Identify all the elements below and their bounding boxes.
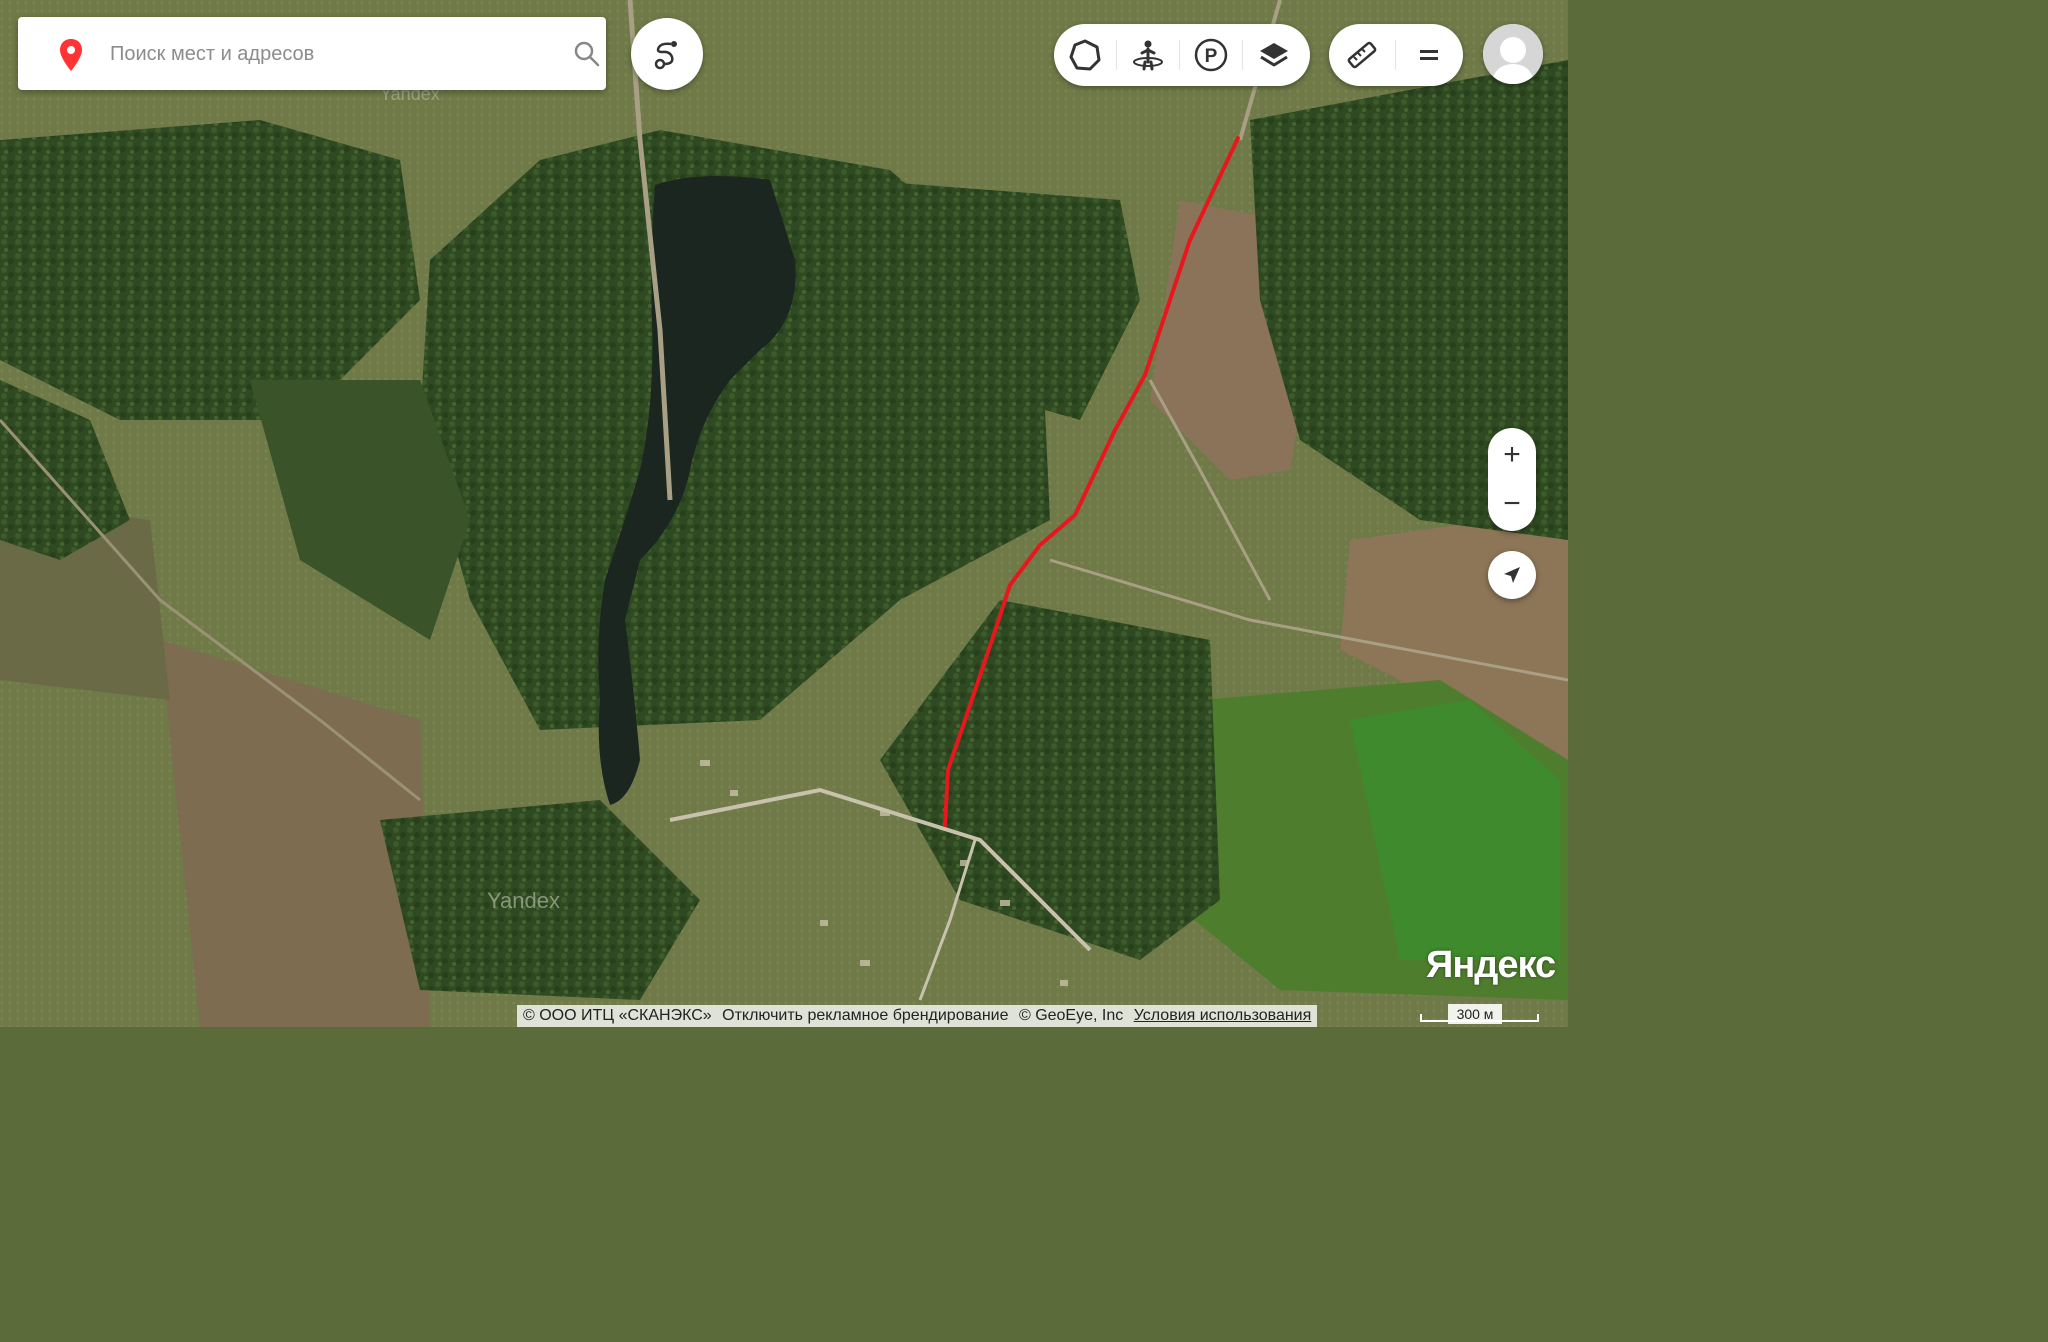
menu-button[interactable]: [1396, 24, 1462, 86]
minus-icon: −: [1503, 487, 1521, 520]
panorama-button[interactable]: [1117, 24, 1179, 86]
route-button[interactable]: [631, 18, 703, 90]
ruler-icon: [1347, 41, 1377, 69]
search-box[interactable]: [18, 17, 606, 90]
layers-icon: [1260, 43, 1288, 67]
location-arrow-icon: [1504, 567, 1520, 583]
panorama-person-icon: [1133, 40, 1163, 71]
traffic-button[interactable]: [1054, 24, 1116, 86]
attribution-bar: © ООО ИТЦ «СКАНЭКС» Отключить рекламное …: [517, 1005, 1318, 1027]
zoom-in-button[interactable]: +: [1488, 430, 1536, 480]
parking-button[interactable]: P: [1180, 24, 1242, 86]
menu-icon: [1420, 50, 1438, 60]
search-input[interactable]: [108, 35, 552, 73]
map-watermark: Yandex: [487, 888, 560, 913]
geolocation-button[interactable]: [1488, 551, 1536, 599]
parking-icon: P: [1194, 38, 1228, 72]
magnifier-icon[interactable]: [573, 40, 601, 68]
plus-icon: +: [1503, 438, 1521, 471]
svg-text:P: P: [1205, 46, 1218, 67]
satellite-map[interactable]: Yandex Yandex: [0, 0, 1568, 1027]
map-layers-toolbar: P: [1054, 24, 1310, 86]
route-icon: [654, 41, 677, 70]
user-silhouette-icon: [1483, 24, 1543, 84]
zoom-out-button[interactable]: −: [1488, 479, 1536, 529]
traffic-circle-icon: [1069, 39, 1101, 71]
yandex-logo[interactable]: Яндекс: [1426, 944, 1556, 987]
location-pin-icon: [60, 39, 82, 71]
ruler-button[interactable]: [1329, 24, 1395, 86]
terms-of-use-link[interactable]: Условия использования: [1134, 1007, 1312, 1024]
tools-toolbar: [1329, 24, 1463, 86]
zoom-control: + −: [1488, 428, 1536, 531]
attribution-copyright: © ООО ИТЦ «СКАНЭКС»: [523, 1007, 712, 1024]
user-avatar[interactable]: [1483, 24, 1543, 84]
attribution-provider: © GeoEye, Inc: [1018, 1007, 1124, 1024]
scale-label: 300 м: [1448, 1004, 1502, 1024]
layers-button[interactable]: [1243, 24, 1305, 86]
disable-branding-link[interactable]: Отключить рекламное брендирование: [722, 1007, 1008, 1024]
